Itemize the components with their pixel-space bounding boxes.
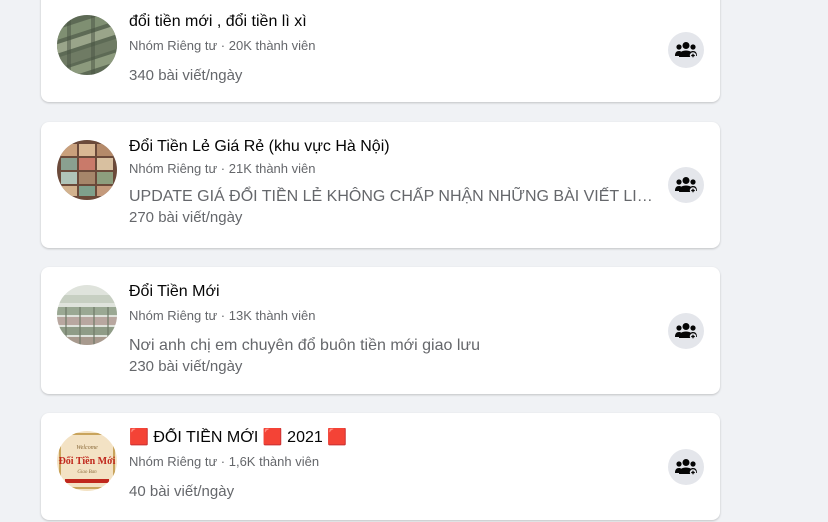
group-meta: Nhóm Riêng tư · 20K thành viên <box>129 38 316 53</box>
add-group-icon <box>675 177 697 194</box>
logo-badge-icon: Welcome Đổi Tiền Mới Giao Ban <box>57 431 117 491</box>
join-group-button[interactable] <box>668 449 704 485</box>
group-result-card: Đổi Tiền Lẻ Giá Rẻ (khu vực Hà Nội) Nhóm… <box>41 122 720 248</box>
add-group-icon <box>675 42 697 59</box>
group-post-frequency: 230 bài viết/ngày <box>129 358 243 375</box>
avatar-logo-text: Đổi Tiền Mới <box>59 456 116 467</box>
group-avatar[interactable]: Welcome Đổi Tiền Mới Giao Ban <box>57 431 117 491</box>
group-meta: Nhóm Riêng tư · 13K thành viên <box>129 308 316 323</box>
group-avatar[interactable] <box>57 285 117 345</box>
add-group-icon <box>675 459 697 476</box>
group-description: UPDATE GIÁ ĐỔI TIỀN LẺ KHÔNG CHẤP NHẬN N… <box>129 188 660 205</box>
group-meta: Nhóm Riêng tư · 21K thành viên <box>129 161 316 176</box>
group-result-card: đổi tiền mới , đổi tiền lì xì Nhóm Riêng… <box>41 0 720 102</box>
group-name[interactable]: Đổi Tiền Lẻ Giá Rẻ (khu vực Hà Nội) <box>129 137 660 157</box>
group-name[interactable]: 🟥 ĐỔI TIỀN MỚI 🟥 2021 🟥 <box>129 428 660 448</box>
group-avatar[interactable] <box>57 15 117 75</box>
group-search-results: đổi tiền mới , đổi tiền lì xì Nhóm Riêng… <box>0 0 828 522</box>
money-bricks-photo-icon <box>57 285 117 345</box>
add-group-icon <box>675 323 697 340</box>
svg-text:Giao Ban: Giao Ban <box>77 470 97 475</box>
group-result-card: Đổi Tiền Mới Nhóm Riêng tư · 13K thành v… <box>41 267 720 394</box>
group-name[interactable]: Đổi Tiền Mới <box>129 282 660 302</box>
group-meta: Nhóm Riêng tư · 1,6K thành viên <box>129 454 320 469</box>
group-result-card: Welcome Đổi Tiền Mới Giao Ban 🟥 ĐỔI TIỀN… <box>41 413 720 520</box>
group-description: Nơi anh chị em chuyên đổ buôn tiền mới g… <box>129 337 480 354</box>
svg-text:Welcome: Welcome <box>76 445 98 451</box>
join-group-button[interactable] <box>668 32 704 68</box>
group-name[interactable]: đổi tiền mới , đổi tiền lì xì <box>129 12 660 32</box>
join-group-button[interactable] <box>668 167 704 203</box>
join-group-button[interactable] <box>668 313 704 349</box>
money-bundles-photo-icon <box>57 15 117 75</box>
group-avatar[interactable] <box>57 140 117 200</box>
group-post-frequency: 340 bài viết/ngày <box>129 67 243 84</box>
group-post-frequency: 270 bài viết/ngày <box>129 209 243 226</box>
money-stacks-photo-icon <box>57 140 117 200</box>
group-post-frequency: 40 bài viết/ngày <box>129 483 235 500</box>
